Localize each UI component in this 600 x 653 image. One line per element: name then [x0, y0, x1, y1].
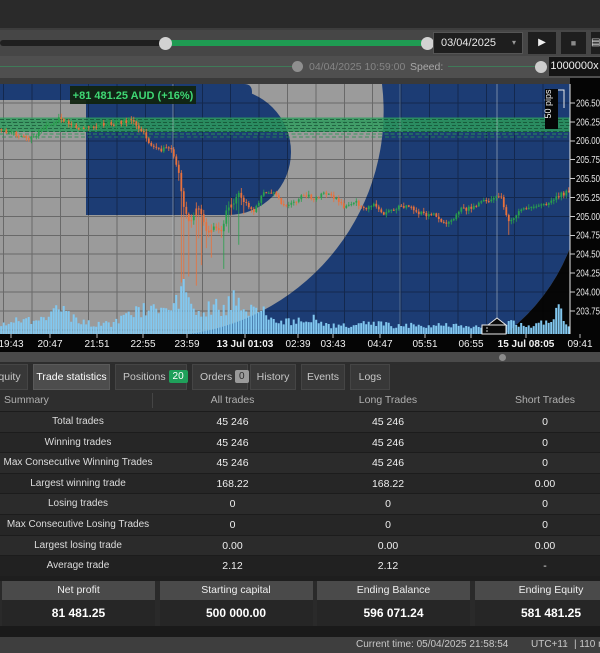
svg-text:13 Jul 01:03: 13 Jul 01:03 — [217, 339, 274, 350]
svg-text:204.25: 204.25 — [576, 269, 600, 280]
svg-text:03:43: 03:43 — [320, 339, 345, 350]
svg-text:04:47: 04:47 — [367, 339, 392, 350]
svg-text:20:47: 20:47 — [37, 339, 62, 350]
svg-text:06:55: 06:55 — [458, 339, 483, 350]
svg-text:204.50: 204.50 — [576, 250, 600, 261]
svg-text:50 pips: 50 pips — [543, 89, 553, 119]
svg-text:205.25: 205.25 — [576, 193, 600, 204]
svg-text:205.00: 205.00 — [576, 212, 600, 223]
svg-text:21:51: 21:51 — [84, 339, 109, 350]
svg-text:206.50: 206.50 — [576, 98, 600, 109]
svg-text:05:51: 05:51 — [412, 339, 437, 350]
svg-text:205.50: 205.50 — [576, 174, 600, 185]
svg-text:09:41: 09:41 — [567, 339, 592, 350]
svg-text:203.75: 203.75 — [576, 306, 600, 317]
svg-text:204.75: 204.75 — [576, 231, 600, 242]
svg-text:15 Jul 08:05: 15 Jul 08:05 — [498, 339, 555, 350]
svg-text:206.25: 206.25 — [576, 117, 600, 128]
svg-text:206.00: 206.00 — [576, 136, 600, 147]
svg-text:23:59: 23:59 — [174, 339, 199, 350]
svg-text:205.75: 205.75 — [576, 155, 600, 166]
svg-text:19:43: 19:43 — [0, 339, 24, 350]
svg-text:22:55: 22:55 — [130, 339, 155, 350]
svg-text:204.00: 204.00 — [576, 287, 600, 298]
svg-text:+81 481.25 AUD (+16%): +81 481.25 AUD (+16%) — [73, 90, 194, 102]
svg-text:02:39: 02:39 — [285, 339, 310, 350]
